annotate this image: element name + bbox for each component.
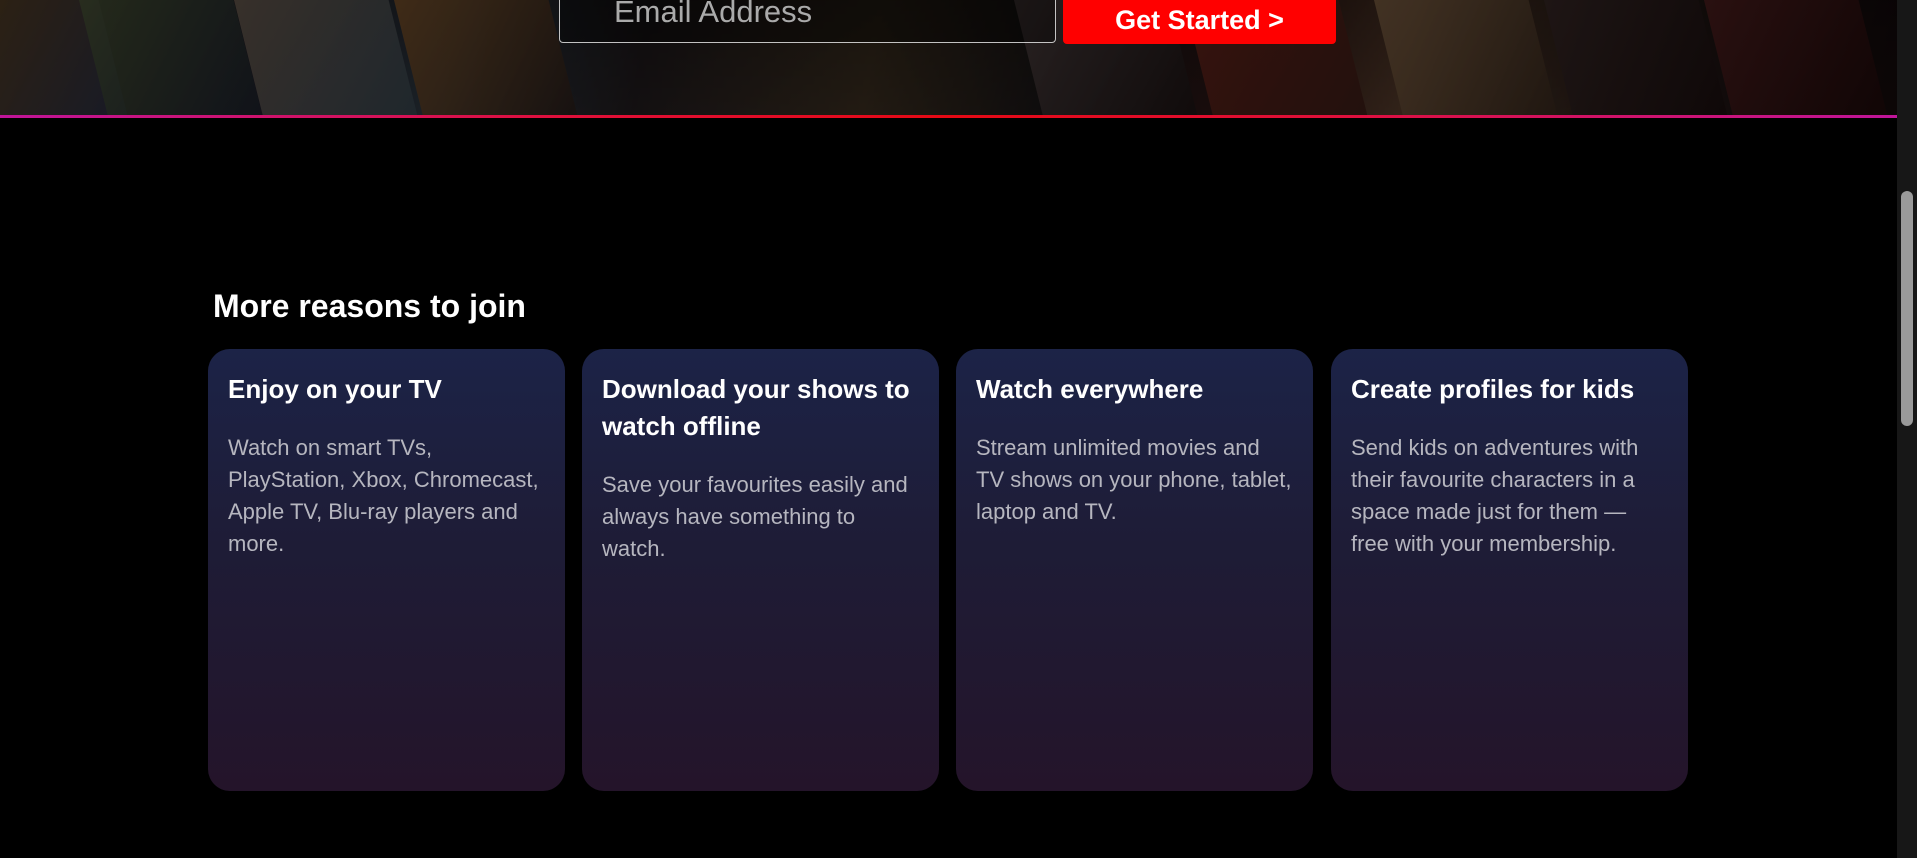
email-input[interactable] — [559, 0, 1056, 43]
get-started-button[interactable]: Get Started > — [1063, 0, 1336, 44]
reason-card-kids: Create profiles for kids Send kids on ad… — [1331, 349, 1688, 791]
scrollbar[interactable] — [1897, 0, 1917, 858]
card-description: Save your favourites easily and always h… — [602, 472, 908, 561]
reason-card-download: Download your shows to watch offline Sav… — [582, 349, 939, 791]
scrollbar-thumb[interactable] — [1901, 191, 1913, 426]
card-description: Send kids on adventures with their favou… — [1351, 435, 1639, 556]
card-title: Download your shows to watch offline — [602, 374, 910, 441]
reasons-cards: Enjoy on your TV Watch on smart TVs, Pla… — [208, 349, 1689, 791]
section-title: More reasons to join — [213, 288, 526, 324]
card-title: Watch everywhere — [976, 374, 1204, 404]
page: Get Started > More reasons to join Enjoy… — [0, 0, 1917, 858]
reason-card-tv: Enjoy on your TV Watch on smart TVs, Pla… — [208, 349, 565, 791]
card-title: Enjoy on your TV — [228, 374, 442, 404]
reason-card-everywhere: Watch everywhere Stream unlimited movies… — [956, 349, 1313, 791]
card-description: Stream unlimited movies and TV shows on … — [976, 435, 1292, 524]
hero-banner: Get Started > — [0, 0, 1897, 116]
hero-divider — [0, 115, 1897, 118]
card-description: Watch on smart TVs, PlayStation, Xbox, C… — [228, 435, 539, 556]
card-title: Create profiles for kids — [1351, 374, 1635, 404]
